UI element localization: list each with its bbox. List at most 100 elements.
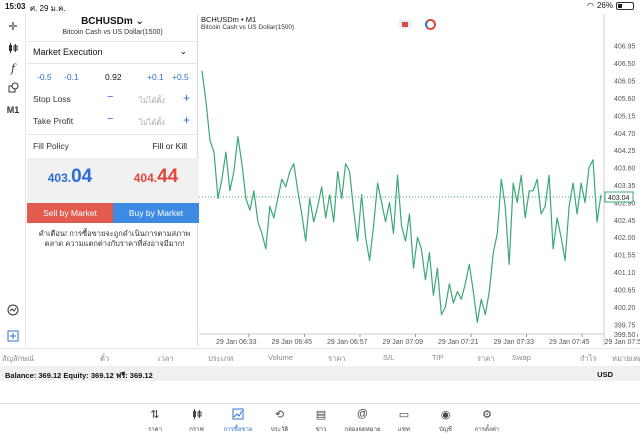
fill-policy-label: Fill Policy xyxy=(33,141,69,151)
tab-label: กราฟ xyxy=(189,427,204,433)
tab-news[interactable]: ▤ ข่าว xyxy=(301,408,341,434)
price-chart[interactable]: 406.95 406.50 406.05 405.60 405.15 404.70 404.… xyxy=(199,14,640,346)
symbol-description: Bitcoin Cash vs US Dollar(1500) xyxy=(62,29,163,36)
take-profit-plus[interactable]: + xyxy=(183,113,190,127)
battery-icon xyxy=(616,1,634,10)
volume-plus-small[interactable]: +0.1 xyxy=(147,72,164,82)
execution-chevron-icon[interactable]: ⌄ xyxy=(179,46,187,57)
tab-label: การซื้อขาย xyxy=(223,427,253,433)
tab-label: ราคา xyxy=(148,427,162,433)
timeframe-button[interactable]: M1 xyxy=(3,100,23,120)
table-column-header: สัญลักษณ์ xyxy=(2,354,35,363)
buy-button[interactable]: Buy by Market xyxy=(113,203,199,223)
y-tick-label: 400.20 xyxy=(614,305,636,312)
table-column-header: Swap xyxy=(512,353,531,362)
tab-quotes[interactable]: ⇅ ราคา xyxy=(135,408,175,434)
symbol-selector[interactable]: BCHUSDm ⌄ xyxy=(27,16,198,27)
stop-loss-label: Stop Loss xyxy=(33,94,71,104)
fill-policy-value[interactable]: Fill or Kill xyxy=(153,141,187,151)
table-column-header: ราคา xyxy=(477,354,495,363)
bid-price-main: 403. xyxy=(47,171,72,185)
chevron-down-icon: ⌄ xyxy=(135,16,144,27)
volume-minus-small[interactable]: -0.1 xyxy=(64,72,79,82)
take-profit-minus[interactable]: − xyxy=(107,113,113,125)
quotes-icon: ⇅ xyxy=(150,409,160,421)
y-tick-label: 401.55 xyxy=(614,253,636,260)
crosshair-icon[interactable]: ✛ xyxy=(3,16,23,36)
tab-settings[interactable]: ⚙ การตั้งค่า xyxy=(467,408,507,434)
y-tick-label: 404.25 xyxy=(614,148,636,155)
table-column-header: หมายเหตุ xyxy=(612,354,640,363)
chart-timeframe: • M1 xyxy=(241,15,257,24)
stop-loss-input[interactable]: ไม่ได้ตั้ง xyxy=(132,95,172,107)
battery-percent: 26% xyxy=(596,1,613,10)
sell-button[interactable]: Sell by Market xyxy=(27,203,113,223)
tab-label: การตั้งค่า xyxy=(474,427,500,433)
table-column-header: ราคา xyxy=(328,354,346,363)
chart-canvas[interactable]: 406.95 406.50 406.05 405.60 405.15 404.70 404.… xyxy=(199,14,640,346)
y-tick-label: 404.70 xyxy=(614,131,636,138)
y-tick-label: 406.05 xyxy=(614,79,636,86)
candles-icon[interactable] xyxy=(3,38,23,58)
stop-loss-minus[interactable]: − xyxy=(107,91,113,103)
new-order-icon[interactable] xyxy=(3,326,23,346)
zoom-icon[interactable] xyxy=(3,300,23,320)
status-bar: 15:03 ศ. 29 ม.ค. ◠ 26% xyxy=(0,0,640,14)
history-icon: ⟲ xyxy=(274,409,285,421)
indicators-icon[interactable]: f xyxy=(3,58,23,78)
account-icon: ◉ xyxy=(440,409,451,421)
left-toolbar: ✛ f M1 xyxy=(0,14,26,346)
chart-symbol: BCHUSDm xyxy=(201,15,239,24)
y-tick-label: 406.95 xyxy=(614,44,636,51)
market-warning: คำเตือน! การซื้อขายจะถูกดำเนินการตามสภาพ… xyxy=(38,229,191,248)
y-tick-label: 405.60 xyxy=(614,96,636,103)
chart-mode-icon[interactable] xyxy=(425,19,436,30)
chart-title: BCHUSDm • M1 xyxy=(201,15,256,24)
tab-label: กล่องจดหมาย xyxy=(344,427,381,433)
bid-price-big: 04 xyxy=(71,166,93,187)
table-column-header: ตั๋ว xyxy=(100,354,110,363)
tab-label: ประวัติ xyxy=(270,427,289,433)
wifi-icon: ◠ xyxy=(587,1,594,10)
table-column-header: ประเภท xyxy=(208,354,234,363)
y-tick-label: 402.45 xyxy=(614,218,636,225)
x-tick-label: 29 Jan 07:57 xyxy=(605,339,640,346)
objects-icon[interactable] xyxy=(3,78,23,98)
table-column-header: Volume xyxy=(268,353,294,362)
table-column-header: เวลา xyxy=(158,354,174,363)
table-column-header: กำไร xyxy=(580,354,597,363)
chart-icon xyxy=(177,408,217,422)
bottom-tab-bar: ⇅ ราคา กราฟ การซื้อขาย ⟲ ประวัติ ▤ ข่าว @ กล่องจด… xyxy=(0,403,640,447)
y-tick-label: 400.65 xyxy=(614,287,636,294)
current-price-label: 403.04 xyxy=(608,195,630,202)
status-right: ◠ 26% xyxy=(587,1,634,10)
y-tick-label: 403.80 xyxy=(614,166,636,173)
mailbox-icon: @ xyxy=(356,408,369,420)
news-icon: ▤ xyxy=(315,409,327,421)
take-profit-input[interactable]: ไม่ได้ตั้ง xyxy=(132,117,172,129)
execution-type[interactable]: Market Execution xyxy=(33,47,103,57)
trade-table-header: สัญลักษณ์ ตั๋ว เวลา ประเภท Volume ราคา S/L T/P ร… xyxy=(0,348,640,364)
ask-price-main: 404. xyxy=(133,171,158,185)
one-click-trading-icon[interactable] xyxy=(399,20,411,29)
symbol-name: BCHUSDm xyxy=(81,16,133,27)
tab-account[interactable]: ◉ บัญชี xyxy=(426,408,466,434)
volume-plus-big[interactable]: +0.5 xyxy=(172,72,189,82)
tab-mailbox[interactable]: @ กล่องจดหมาย xyxy=(343,408,383,434)
settings-icon: ⚙ xyxy=(482,409,492,421)
trade-icon xyxy=(218,408,258,422)
balance-text: Balance: 369.12 Equity: 369.12 ฟรี: 369.… xyxy=(5,371,153,380)
y-tick-label: 399.50 xyxy=(614,332,636,339)
tab-trade[interactable]: การซื้อขาย xyxy=(218,408,258,434)
tab-chart[interactable]: กราฟ xyxy=(177,408,217,434)
tab-chat[interactable]: ▭ แชท xyxy=(384,408,424,434)
tab-history[interactable]: ⟲ ประวัติ xyxy=(260,408,300,434)
ask-price-big: 44 xyxy=(157,166,179,187)
stop-loss-plus[interactable]: + xyxy=(183,91,190,105)
tab-label: บัญชี xyxy=(439,427,452,433)
take-profit-label: Take Profit xyxy=(33,116,74,126)
volume-input[interactable]: 0.92 xyxy=(105,72,122,82)
y-tick-label: 405.15 xyxy=(614,113,636,120)
tab-label: ข่าว xyxy=(315,427,327,433)
volume-minus-big[interactable]: -0.5 xyxy=(37,72,52,82)
